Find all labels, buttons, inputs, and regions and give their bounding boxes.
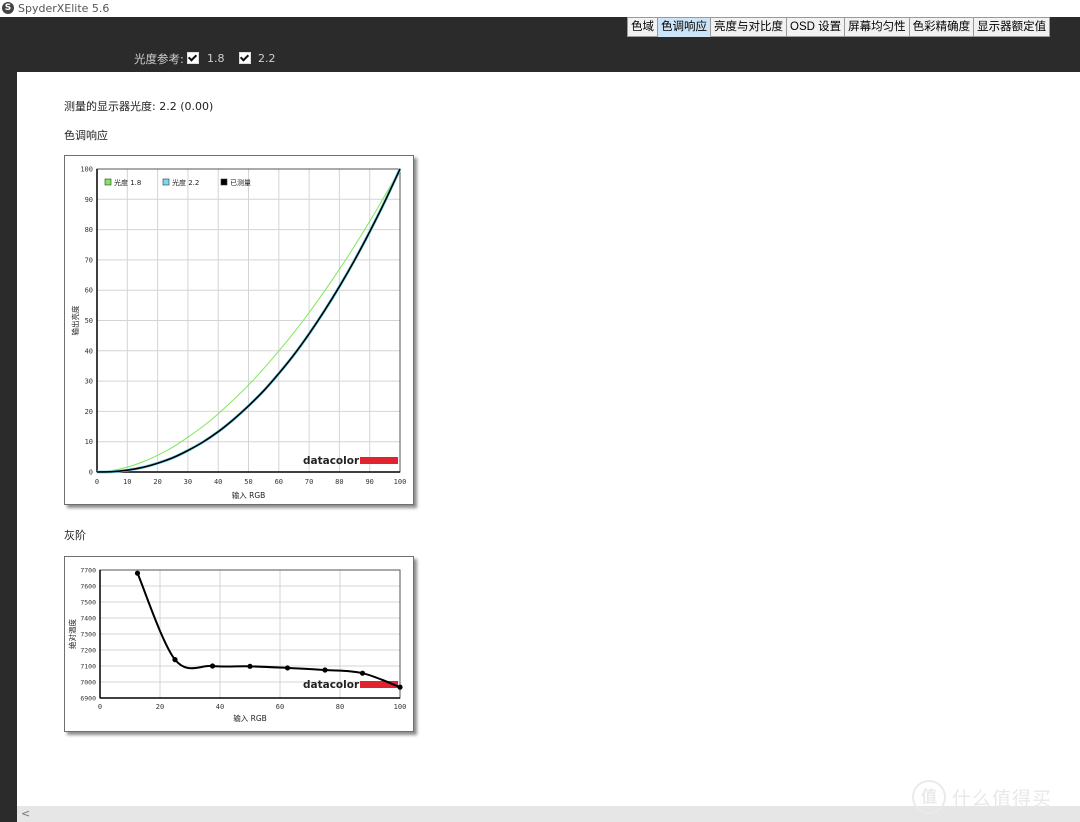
watermark-text: 什么值得买: [952, 788, 1053, 810]
datacolor-logo-text: datacolor: [303, 679, 360, 691]
y-tick-label: 7100: [80, 663, 96, 671]
gamma-1-8-checkbox[interactable]: [187, 52, 199, 64]
data-point: [172, 657, 178, 663]
tab-bar: 色域 色调响应 亮度与对比度 OSD 设置 屏幕均匀性 色彩精确度 显示器额定值: [627, 17, 1051, 37]
legend-swatch-2: [220, 178, 228, 186]
gamma-reference-label: 光度参考:: [134, 52, 184, 66]
y-tick-label: 7200: [80, 647, 96, 655]
tab-display-rating[interactable]: 显示器额定值: [974, 17, 1051, 37]
report-panel: 测量的显示器光度: 2.2 (0.00) 色调响应 0 10 20 30 40 50 60 7…: [17, 72, 1080, 806]
toolbar: 光度参考: 1.8 2.2: [0, 37, 1080, 72]
data-point: [322, 667, 328, 673]
y-tick-label: 70: [85, 256, 93, 264]
x-tick-label: 60: [276, 703, 284, 711]
x-tick-label: 100: [394, 703, 407, 711]
legend-label-2: 已测量: [230, 179, 251, 187]
watermark: 值 什么值得买: [912, 780, 1072, 816]
data-point: [209, 663, 216, 669]
y-axis-label: 输出亮度: [70, 305, 80, 335]
x-tick-label: 0: [98, 703, 102, 711]
y-tick-label: 7400: [80, 615, 96, 623]
tone-response-chart: 0 10 20 30 40 50 60 70 80 90 100 0 10 20 30 40 50 60 70 80 9…: [64, 155, 414, 505]
tab-gamut[interactable]: 色域: [627, 17, 658, 37]
x-tick-label: 100: [394, 478, 407, 486]
x-tick-label: 30: [184, 478, 192, 486]
y-tick-label: 7300: [80, 631, 96, 639]
x-tick-label: 20: [153, 478, 161, 486]
y-tick-label: 30: [85, 378, 93, 386]
gamma-1-8-label: 1.8: [207, 52, 225, 65]
grayscale-svg: 0 20 40 60 80 100 6900 7000 7100 7200 7300 7400 7500…: [67, 567, 407, 724]
watermark-logo-icon: 值: [912, 780, 946, 814]
data-point: [247, 663, 253, 669]
y-tick-label: 90: [85, 196, 93, 204]
y-tick-label: 60: [85, 287, 93, 295]
scroll-left-arrow-icon[interactable]: <: [21, 806, 30, 822]
window-title: SpyderXElite 5.6: [18, 2, 110, 15]
tab-uniformity[interactable]: 屏幕均匀性: [845, 17, 910, 37]
x-tick-label: 40: [216, 703, 224, 711]
window-titlebar: S SpyderXElite 5.6: [0, 0, 1080, 17]
legend-swatch-0: [104, 178, 112, 186]
gamma-2-2-label: 2.2: [258, 52, 276, 65]
y-tick-label: 100: [80, 166, 93, 174]
y-tick-label: 10: [85, 438, 93, 446]
x-tick-label: 40: [214, 478, 222, 486]
x-tick-label: 20: [156, 703, 164, 711]
grayscale-title: 灰阶: [64, 529, 86, 542]
x-tick-label: 60: [275, 478, 283, 486]
tone-response-svg: 0 10 20 30 40 50 60 70 80 90 100 0 10 20 30 40 50 60 70 80 9…: [70, 166, 407, 501]
legend-label-1: 光度 2.2: [172, 178, 199, 187]
series-line-0: [136, 572, 401, 689]
gamma-2-2-checkbox[interactable]: [239, 52, 251, 64]
data-point: [134, 570, 141, 576]
y-axis-label: 绝对温度: [67, 619, 77, 649]
x-tick-label: 0: [95, 478, 99, 486]
x-axis-label: 输入 RGB: [232, 490, 266, 500]
data-point: [284, 665, 291, 671]
legend-swatch-1: [162, 178, 170, 186]
data-point: [359, 670, 366, 676]
y-tick-label: 40: [85, 347, 93, 355]
left-frame: [0, 37, 17, 822]
y-tick-label: 7700: [80, 567, 96, 575]
legend-label-0: 光度 1.8: [114, 178, 141, 187]
tab-tone-response[interactable]: 色调响应: [658, 17, 711, 37]
data-point: [397, 684, 403, 690]
grayscale-chart: 0 20 40 60 80 100 6900 7000 7100 7200 7300 7400 7500…: [64, 556, 414, 732]
x-tick-label: 80: [335, 478, 343, 486]
x-tick-label: 80: [336, 703, 344, 711]
tone-response-title: 色调响应: [64, 129, 108, 142]
datacolor-logo-text: datacolor: [303, 455, 360, 467]
measured-gamma-text: 测量的显示器光度: 2.2 (0.00): [64, 100, 214, 113]
y-tick-label: 7500: [80, 599, 96, 607]
tab-brightness-contrast[interactable]: 亮度与对比度: [711, 17, 787, 37]
x-tick-label: 70: [305, 478, 313, 486]
datacolor-logo-bar: [360, 457, 398, 464]
y-tick-label: 50: [85, 317, 93, 325]
y-tick-label: 80: [85, 226, 93, 234]
x-tick-label: 50: [244, 478, 252, 486]
y-tick-label: 6900: [80, 695, 96, 703]
tab-osd-settings[interactable]: OSD 设置: [787, 17, 846, 37]
y-tick-label: 20: [85, 408, 93, 416]
y-tick-label: 0: [89, 469, 93, 477]
app-logo-icon: S: [2, 2, 14, 14]
y-tick-label: 7600: [80, 583, 96, 591]
x-axis-label: 输入 RGB: [233, 713, 267, 723]
y-tick-label: 7000: [80, 679, 96, 687]
x-tick-label: 90: [365, 478, 373, 486]
tab-color-accuracy[interactable]: 色彩精确度: [909, 17, 975, 37]
x-tick-label: 10: [123, 478, 131, 486]
